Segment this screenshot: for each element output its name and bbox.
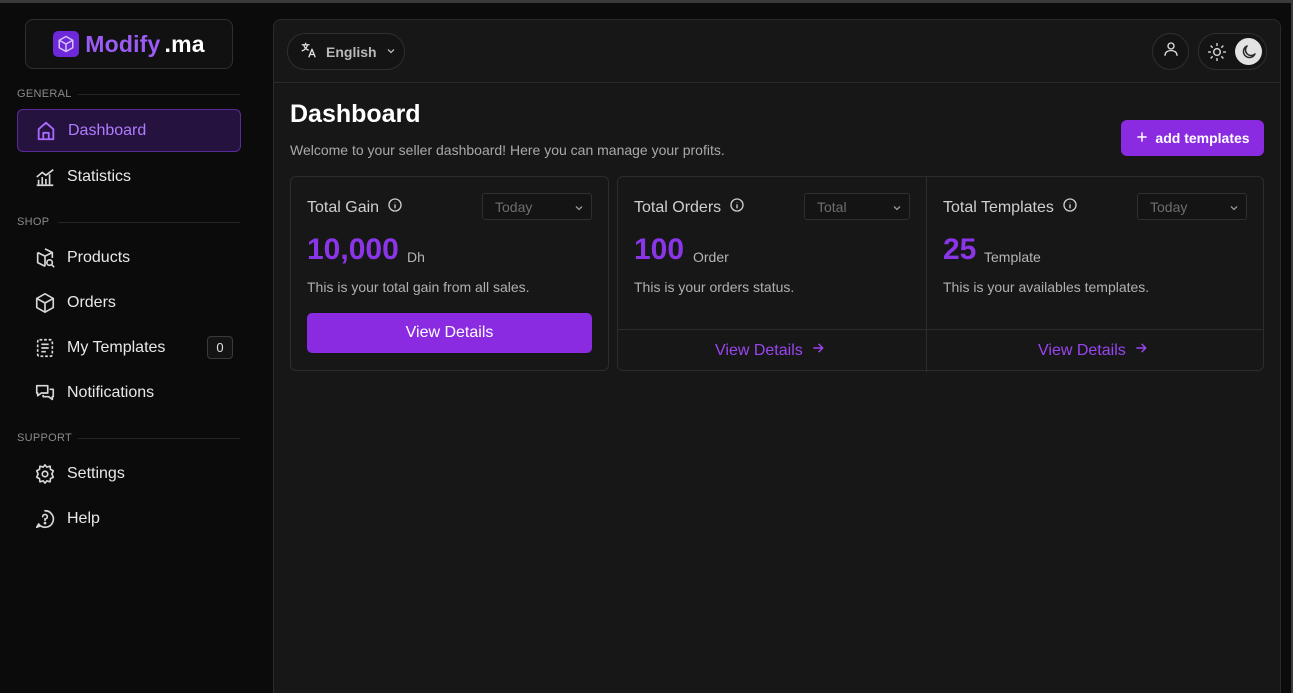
plus-icon xyxy=(1135,130,1149,147)
top-bar: English xyxy=(274,20,1280,83)
section-label-shop: SHOP xyxy=(17,216,50,228)
period-select-value: Today xyxy=(495,198,533,215)
card-divider xyxy=(926,177,927,372)
add-templates-label: add templates xyxy=(1155,130,1250,146)
help-bubble-icon xyxy=(33,507,57,531)
add-templates-button[interactable]: add templates xyxy=(1121,120,1264,156)
view-details-label: View Details xyxy=(1038,341,1126,359)
section-divider xyxy=(58,222,240,223)
view-details-label: View Details xyxy=(715,341,803,359)
total-templates-description: This is your availables templates. xyxy=(943,279,1150,295)
sidebar-item-orders[interactable]: Orders xyxy=(17,281,241,324)
sidebar-item-label: Orders xyxy=(67,293,116,311)
total-gain-card: Total Gain Today 10,000 Dh This is your … xyxy=(290,176,609,371)
card-title-text: Total Templates xyxy=(943,198,1054,216)
sidebar-item-label: Statistics xyxy=(67,167,132,185)
stats-card-group: Total Orders Total 100 Order This is you… xyxy=(617,176,1264,372)
moon-icon xyxy=(1235,38,1262,65)
sun-icon xyxy=(1207,42,1227,67)
info-icon[interactable] xyxy=(729,197,745,218)
profile-button[interactable] xyxy=(1152,33,1189,70)
sidebar-item-label: Notifications xyxy=(67,383,155,401)
templates-period-value: Today xyxy=(1150,198,1188,215)
language-selector[interactable]: English xyxy=(287,33,405,70)
total-gain-description: This is your total gain from all sales. xyxy=(307,279,530,295)
info-icon[interactable] xyxy=(1062,197,1078,218)
section-divider xyxy=(78,94,240,95)
chevron-down-icon xyxy=(573,201,585,217)
arrow-right-icon xyxy=(1134,341,1148,360)
templates-view-details-link[interactable]: View Details xyxy=(1038,341,1148,360)
sidebar-item-settings[interactable]: Settings xyxy=(17,452,241,495)
home-icon xyxy=(34,119,58,143)
main-panel: English Dashboard Welcome to your seller… xyxy=(273,19,1281,693)
brand-logo[interactable]: Modify .ma xyxy=(25,19,233,69)
chat-bubbles-icon xyxy=(33,381,57,405)
orders-filter-value: Total xyxy=(817,198,847,215)
period-select[interactable]: Today xyxy=(482,193,592,220)
sidebar-item-label: Settings xyxy=(67,464,125,482)
orders-filter-select[interactable]: Total xyxy=(804,193,910,220)
card-footer-divider xyxy=(618,329,1263,330)
chevron-down-icon xyxy=(1228,201,1240,217)
cube-icon xyxy=(33,291,57,315)
section-label-support: SUPPORT xyxy=(17,432,73,444)
card-title: Total Orders xyxy=(634,197,745,218)
total-templates-unit: Template xyxy=(984,249,1041,265)
sidebar-item-help[interactable]: Help xyxy=(17,497,241,540)
total-orders-description: This is your orders status. xyxy=(634,279,795,295)
sidebar-item-label: Help xyxy=(67,509,100,527)
sidebar-item-statistics[interactable]: Statistics xyxy=(17,155,241,198)
templates-count-badge: 0 xyxy=(207,336,233,359)
sidebar-item-label: Products xyxy=(67,248,131,266)
gear-icon xyxy=(33,462,57,486)
total-orders-value: 100 xyxy=(634,233,685,266)
card-title: Total Templates xyxy=(943,197,1078,218)
sidebar-item-notifications[interactable]: Notifications xyxy=(17,371,241,414)
sidebar-item-label: Dashboard xyxy=(68,121,147,139)
arrow-right-icon xyxy=(811,341,825,360)
page-title: Dashboard xyxy=(290,100,421,128)
page-subtitle: Welcome to your seller dashboard! Here y… xyxy=(290,142,725,158)
template-icon xyxy=(33,336,57,360)
card-title: Total Gain xyxy=(307,197,403,218)
info-icon[interactable] xyxy=(387,197,403,218)
user-icon xyxy=(1162,40,1180,63)
cube-logo-icon xyxy=(53,31,80,57)
templates-period-select[interactable]: Today xyxy=(1137,193,1247,220)
card-title-text: Total Gain xyxy=(307,198,380,216)
sidebar-item-dashboard[interactable]: Dashboard xyxy=(17,109,241,152)
sidebar: Modify .ma GENERAL Dashboard Statistics S… xyxy=(0,3,258,693)
total-orders-unit: Order xyxy=(693,249,729,265)
chart-icon xyxy=(33,165,57,189)
section-divider xyxy=(78,438,240,439)
sidebar-item-my-templates[interactable]: My Templates 0 xyxy=(17,326,241,369)
total-gain-value: 10,000 xyxy=(307,233,399,266)
theme-toggle[interactable] xyxy=(1198,33,1267,70)
chevron-down-icon xyxy=(891,201,903,217)
orders-view-details-link[interactable]: View Details xyxy=(715,341,825,360)
language-label: English xyxy=(326,43,377,60)
view-details-button[interactable]: View Details xyxy=(307,313,592,353)
translate-icon xyxy=(300,41,318,62)
card-title-text: Total Orders xyxy=(634,198,722,216)
sidebar-item-label: My Templates xyxy=(67,338,166,356)
box-search-icon xyxy=(33,246,57,270)
chevron-down-icon xyxy=(385,44,397,60)
total-templates-value: 25 xyxy=(943,233,977,266)
brand-name: Modify .ma xyxy=(85,30,205,57)
section-label-general: GENERAL xyxy=(17,88,72,100)
total-gain-unit: Dh xyxy=(407,249,425,265)
sidebar-item-products[interactable]: Products xyxy=(17,236,241,279)
